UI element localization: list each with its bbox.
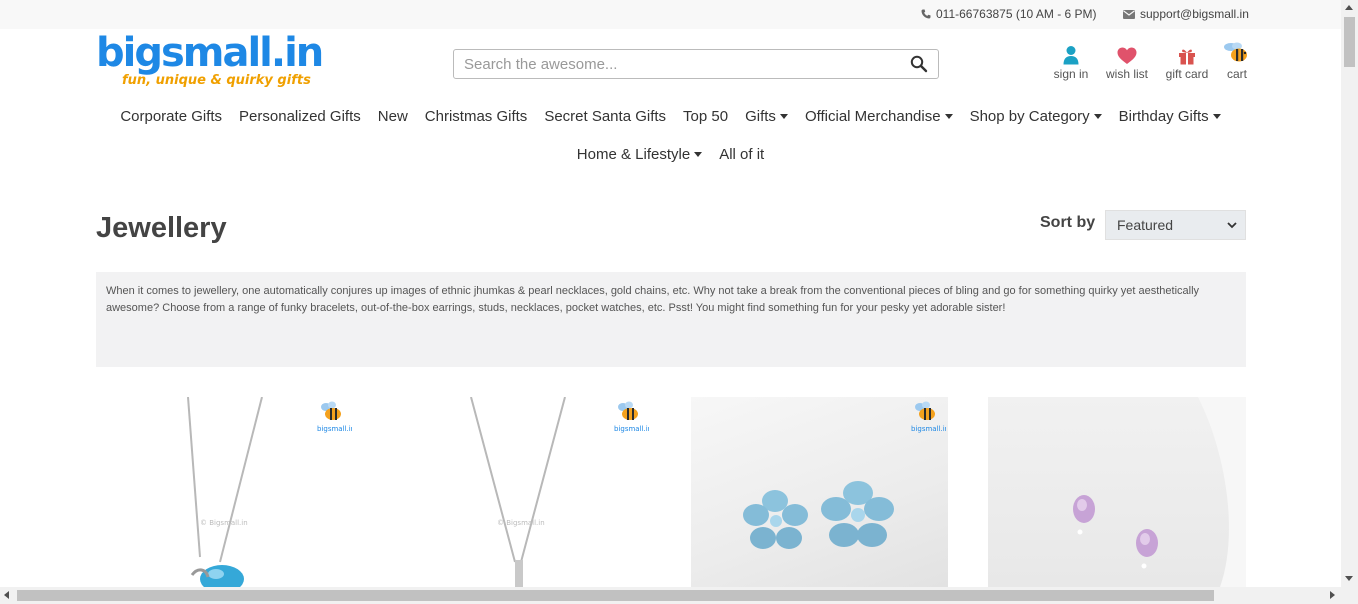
phone-text: 011-66763875 (10 AM - 6 PM) [936,7,1097,21]
scroll-left-arrow-icon[interactable] [4,591,9,599]
product-card[interactable]: bigsmall.in [691,397,948,587]
main-nav-row-1: Corporate Gifts Personalized Gifts New C… [0,108,1341,125]
phone-icon [921,9,931,19]
sort-selected-value: Featured [1117,217,1174,233]
heart-icon [1117,47,1137,64]
main-nav-row-2: Home & Lifestyle All of it [0,146,1341,163]
sort-label: Sort by [1040,214,1096,231]
sort-select[interactable]: Featured [1105,210,1246,240]
sign-in-label: sign in [1053,67,1089,81]
category-description: When it comes to jewellery, one automati… [96,272,1246,367]
caret-down-icon [1093,114,1102,119]
page-title: Jewellery [96,212,227,244]
email-contact[interactable]: support@bigsmall.in [1123,7,1249,21]
nav-personalized-gifts[interactable]: Personalized Gifts [231,108,370,125]
nav-official-merchandise[interactable]: Official Merchandise [796,108,961,125]
search-box [453,49,939,79]
badge-text: bigsmall.in [911,425,946,433]
site-logo[interactable]: bigsmall.in fun, unique & quirky gifts [96,33,336,93]
gift-card-label: gift card [1165,67,1209,81]
search-icon [910,55,928,73]
logo-wordmark: bigsmall.in [96,30,324,76]
nav-birthday-gifts[interactable]: Birthday Gifts [1110,108,1229,125]
horizontal-scrollbar[interactable] [0,587,1341,604]
product-card[interactable]: © Bigsmall.in bigsmall.in [96,397,354,587]
badge-text: bigsmall.in [317,425,352,433]
search-input[interactable] [454,50,894,78]
wish-list-link[interactable]: wish list [1104,43,1150,81]
flower-earring-left [743,490,808,549]
nav-secret-santa-gifts[interactable]: Secret Santa Gifts [536,108,675,125]
logo-tagline: fun, unique & quirky gifts [122,73,311,88]
flower-earring-right [821,481,894,547]
nav-christmas-gifts[interactable]: Christmas Gifts [416,108,536,125]
vertical-scrollbar[interactable] [1341,0,1358,604]
email-text: support@bigsmall.in [1140,7,1249,21]
amethyst-studs-image [1073,397,1246,587]
gift-card-link[interactable]: gift card [1163,43,1211,81]
phone-contact[interactable]: 011-66763875 (10 AM - 6 PM) [921,7,1097,21]
scroll-down-arrow-icon[interactable] [1345,576,1353,581]
caret-down-icon [944,114,953,119]
product-card[interactable]: © Bigsmall.in bigsmall.in [393,397,651,587]
nav-corporate-gifts[interactable]: Corporate Gifts [112,108,231,125]
gift-icon [1179,49,1195,65]
nav-new[interactable]: New [369,108,416,125]
bigsmall-bee-badge-icon: bigsmall.in [614,401,649,433]
cart-label: cart [1226,67,1247,81]
nav-all-of-it[interactable]: All of it [711,146,773,163]
scroll-up-arrow-icon[interactable] [1345,5,1353,10]
search-button[interactable] [910,55,930,75]
chevron-down-icon [1227,222,1237,229]
caret-down-icon [694,152,703,157]
nav-top-50[interactable]: Top 50 [675,108,737,125]
scroll-right-arrow-icon[interactable] [1330,591,1335,599]
envelope-icon [1123,9,1135,19]
top-contact-bar: 011-66763875 (10 AM - 6 PM) support@bigs… [0,0,1341,29]
horizontal-scroll-thumb[interactable] [17,590,1214,601]
bigsmall-bee-badge-icon: bigsmall.in [911,401,946,433]
nav-gifts[interactable]: Gifts [737,108,797,125]
cart-link[interactable]: cart [1222,42,1252,81]
image-watermark: © Bigsmall.in [200,519,248,527]
caret-down-icon [1212,114,1221,119]
image-watermark: © Bigsmall.in [497,519,545,527]
wish-list-label: wish list [1105,67,1148,81]
badge-text: bigsmall.in [614,425,649,433]
user-icon [1063,46,1079,65]
caret-down-icon [779,114,788,119]
sign-in-link[interactable]: sign in [1053,43,1089,81]
vertical-scroll-thumb[interactable] [1344,17,1355,67]
cart-bee-icon [1224,42,1247,62]
product-card[interactable] [988,397,1246,587]
nav-shop-by-category[interactable]: Shop by Category [961,108,1110,125]
nav-home-lifestyle[interactable]: Home & Lifestyle [568,146,710,163]
bigsmall-bee-badge-icon: bigsmall.in [317,401,352,433]
